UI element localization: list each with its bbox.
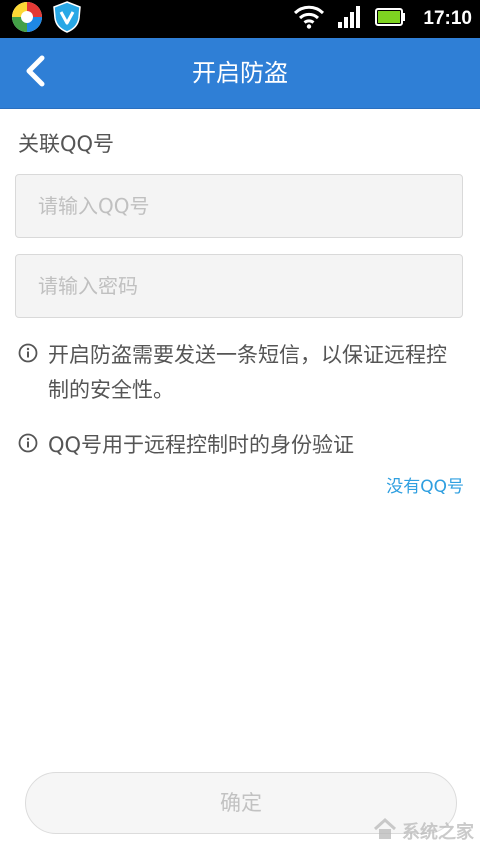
password-input[interactable] bbox=[16, 255, 462, 317]
info-icon bbox=[18, 343, 38, 408]
security-note: 开启防盗需要发送一条短信，以保证远程控制的安全性。 bbox=[18, 338, 463, 408]
watermark-text: 系统之家 bbox=[402, 822, 474, 843]
status-bar-indicators: 17:10 bbox=[293, 0, 472, 38]
wifi-icon bbox=[293, 5, 325, 33]
section-label: 关联QQ号 bbox=[18, 132, 115, 156]
security-note-text: 开启防盗需要发送一条短信，以保证远程控制的安全性。 bbox=[48, 343, 447, 402]
shield-v-app-icon bbox=[52, 1, 82, 37]
site-watermark: 系统之家 bbox=[372, 816, 474, 846]
colorful-circle-app-icon bbox=[10, 0, 44, 38]
no-qq-account-link[interactable]: 没有QQ号 bbox=[386, 472, 464, 497]
battery-icon bbox=[375, 7, 407, 31]
status-time: 17:10 bbox=[423, 8, 472, 29]
status-bar-notifications bbox=[10, 0, 82, 38]
password-input-container bbox=[15, 254, 463, 318]
signal-bars-icon bbox=[337, 5, 363, 33]
back-button[interactable] bbox=[8, 46, 62, 100]
app-header: 开启防盗 bbox=[0, 38, 480, 109]
qq-number-input[interactable] bbox=[16, 175, 462, 237]
qq-input-container bbox=[15, 174, 463, 238]
identity-note-text: QQ号用于远程控制时的身份验证 bbox=[48, 433, 355, 457]
identity-note: QQ号用于远程控制时的身份验证 bbox=[18, 428, 463, 463]
page-title: 开启防盗 bbox=[192, 59, 288, 87]
house-logo-icon bbox=[372, 816, 398, 846]
info-icon bbox=[18, 433, 38, 463]
chevron-left-icon bbox=[22, 54, 48, 92]
status-bar: 17:10 bbox=[0, 0, 480, 38]
